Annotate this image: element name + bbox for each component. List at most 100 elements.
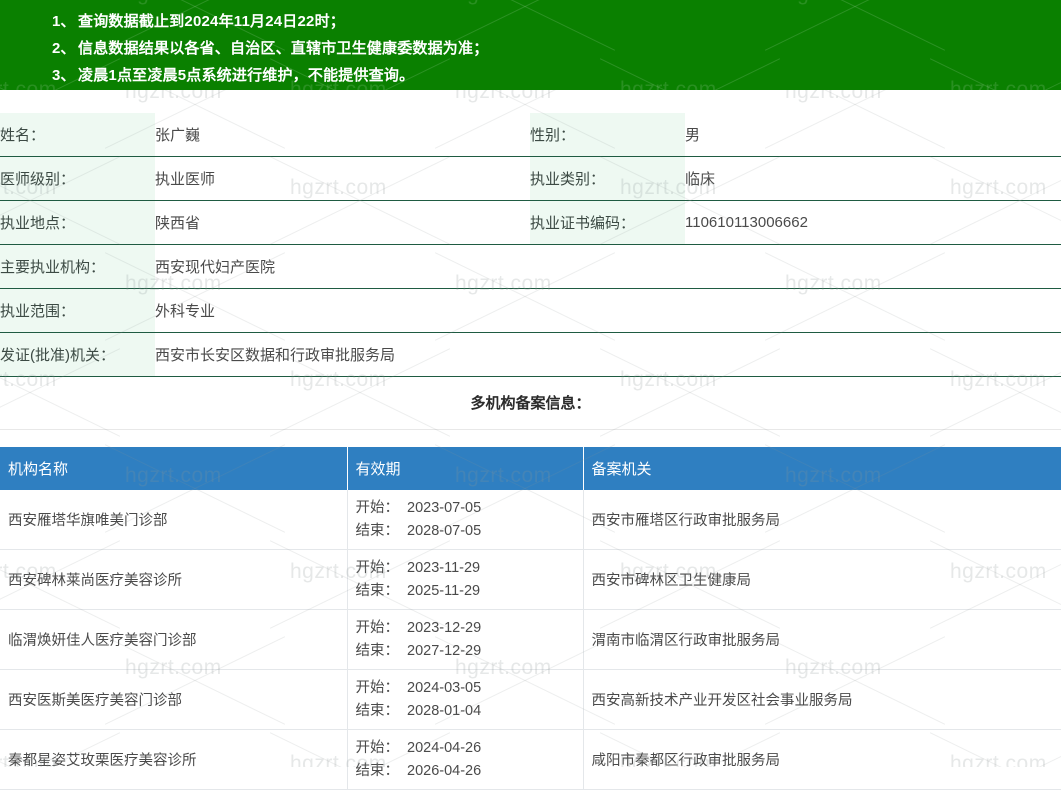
filing-term-end: 结束： 2027-12-29 (356, 640, 583, 663)
filing-authority-cell: 西安市碑林区卫生健康局 (583, 549, 1061, 610)
table-row: 临渭焕妍佳人医疗美容门诊部 开始： 2023-12-29 结束： 2027-12-29 渭… (0, 609, 1061, 670)
filing-term-start: 开始： 2024-03-05 (356, 677, 583, 700)
filing-term-cell: 开始： 2023-12-29 结束： 2027-12-29 (347, 609, 584, 670)
info-label-cell: 发证(批准)机关： (0, 332, 155, 377)
term-start-date: 2024-04-26 (407, 739, 482, 756)
term-end-date: 2025-11-29 (407, 582, 481, 599)
term-end-date: 2028-07-05 (407, 522, 482, 539)
filing-term-end: 结束： 2026-04-26 (356, 760, 583, 783)
info-label-cell: 执业证书编码： (530, 200, 685, 245)
filings-section-heading: 多机构备案信息： (0, 377, 1061, 430)
filing-term-end: 结束： 2028-07-05 (356, 520, 583, 543)
notice-item-number: 3、 (52, 67, 76, 84)
info-label-cell: 执业范围： (0, 288, 155, 333)
notice-item: 3、 凌晨1点至凌晨5点系统进行维护，不能提供查询。 (0, 62, 1061, 89)
notice-item-number: 1、 (52, 13, 76, 30)
filing-authority-cell: 西安市雁塔区行政审批服务局 (583, 490, 1061, 550)
doctor-info-row: 执业地点： 陕西省 执业证书编码： 110610113006662 (0, 200, 1061, 245)
filing-org-cell: 西安医斯美医疗美容门诊部 (0, 669, 348, 730)
filing-org-cell: 西安碑林莱尚医疗美容诊所 (0, 549, 348, 610)
info-value-cell: 西安市长安区数据和行政审批服务局 (155, 332, 1061, 377)
filings-table-head: 机构名称 有效期 备案机关 (0, 447, 1061, 490)
term-end-label: 结束： (355, 762, 400, 779)
info-label-cell: 执业类别： (530, 156, 685, 201)
doctor-info-row: 执业范围： 外科专业 (0, 288, 1061, 333)
notice-item-number: 2、 (52, 40, 76, 57)
filings-column-header[interactable]: 机构名称 (0, 447, 348, 490)
info-label-cell: 执业地点： (0, 200, 155, 245)
filing-term-start: 开始： 2023-11-29 (356, 557, 583, 580)
table-row: 秦都星姿艾玫栗医疗美容诊所 开始： 2024-04-26 结束： 2026-04-26 咸… (0, 729, 1061, 790)
filings-column-header[interactable]: 备案机关 (583, 447, 1061, 490)
doctor-info-row: 姓名： 张广巍 性别：男 (0, 113, 1061, 157)
doctor-info-row: 主要执业机构： 西安现代妇产医院 (0, 244, 1061, 289)
filing-term-cell: 开始： 2024-03-05 结束： 2028-01-04 (347, 669, 584, 730)
filing-term-end: 结束： 2028-01-04 (356, 700, 583, 723)
term-end-label: 结束： (355, 642, 400, 659)
info-value-cell: 张广巍 (155, 113, 530, 157)
filing-term-cell: 开始： 2023-11-29 结束： 2025-11-29 (347, 549, 584, 610)
term-end-label: 结束： (355, 582, 400, 599)
info-value-cell: 临床 (685, 156, 1061, 201)
notice-item-text: 信息数据结果以各省、自治区、直辖市卫生健康委数据为准； (78, 40, 489, 57)
info-value-cell: 陕西省 (155, 200, 530, 245)
doctor-info-section: 姓名： 张广巍 性别：男医师级别： 执业医师 执业类别： 临床 执业地点： 陕西省 执业证书编码… (0, 113, 1061, 377)
filing-term-cell: 开始： 2024-04-26 结束： 2026-04-26 (347, 729, 584, 790)
watermark-text: hgzrt.com (455, 90, 552, 103)
filing-term-cell: 开始： 2023-07-05 结束： 2028-07-05 (347, 490, 584, 550)
filing-term-start: 开始： 2024-04-26 (356, 737, 583, 760)
term-start-label: 开始： (355, 559, 400, 576)
filings-column-header[interactable]: 有效期 (347, 447, 584, 490)
info-value-cell: 110610113006662 (685, 200, 1061, 245)
info-label-cell: 医师级别： (0, 156, 155, 201)
info-label-cell: 性别： (530, 113, 685, 157)
filing-org-cell: 临渭焕妍佳人医疗美容门诊部 (0, 609, 348, 670)
filings-column-header-label: 备案机关 (591, 461, 652, 478)
term-start-date: 2023-07-05 (407, 499, 482, 516)
term-end-date: 2028-01-04 (407, 702, 482, 719)
table-row: 西安医斯美医疗美容门诊部 开始： 2024-03-05 结束： 2028-01-04 西安… (0, 669, 1061, 730)
filing-term-start: 开始： 2023-07-05 (356, 497, 583, 520)
term-end-label: 结束： (355, 702, 400, 719)
doctor-info-table: 姓名： 张广巍 性别：男医师级别： 执业医师 执业类别： 临床 执业地点： 陕西省 执业证书编码… (0, 113, 1061, 377)
info-label-cell: 姓名： (0, 113, 155, 157)
watermark-text: hgzrt.com (785, 90, 882, 103)
term-start-label: 开始： (355, 619, 400, 636)
doctor-info-row: 发证(批准)机关： 西安市长安区数据和行政审批服务局 (0, 332, 1061, 377)
filing-authority-cell: 西安高新技术产业开发区社会事业服务局 (583, 669, 1061, 730)
term-end-label: 结束： (355, 522, 400, 539)
term-start-date: 2024-03-05 (407, 679, 482, 696)
info-label-cell: 主要执业机构： (0, 244, 155, 289)
filing-org-cell: 西安雁塔华旗唯美门诊部 (0, 490, 348, 550)
filing-org-cell: 秦都星姿艾玫栗医疗美容诊所 (0, 729, 348, 790)
notice-item-text: 查询数据截止到2024年11月24日22时； (78, 13, 345, 30)
filings-section: 机构名称 有效期 备案机关 西安雁塔华旗唯美门诊部 开始： 2023-07-05 结束： 2… (0, 447, 1061, 790)
term-start-label: 开始： (355, 499, 400, 516)
info-value-cell: 男 (685, 113, 1061, 157)
term-start-date: 2023-12-29 (407, 619, 482, 636)
info-value-cell: 外科专业 (155, 288, 1061, 333)
term-start-label: 开始： (355, 679, 400, 696)
term-end-date: 2027-12-29 (407, 642, 482, 659)
filings-table: 机构名称 有效期 备案机关 西安雁塔华旗唯美门诊部 开始： 2023-07-05 结束： 2… (0, 447, 1061, 790)
notice-item-text: 凌晨1点至凌晨5点系统进行维护，不能提供查询。 (78, 67, 415, 84)
filing-authority-cell: 渭南市临渭区行政审批服务局 (583, 609, 1061, 670)
filing-term-end: 结束： 2025-11-29 (356, 580, 583, 603)
term-start-date: 2023-11-29 (407, 559, 481, 576)
watermark-text: hgzrt.com (125, 90, 222, 103)
table-row: 西安碑林莱尚医疗美容诊所 开始： 2023-11-29 结束： 2025-11-29 西安… (0, 549, 1061, 610)
notice-item: 2、 信息数据结果以各省、自治区、直辖市卫生健康委数据为准； (0, 35, 1061, 62)
filings-column-header-label: 机构名称 (8, 461, 69, 478)
notice-item: 1、 查询数据截止到2024年11月24日22时； (0, 8, 1061, 35)
filings-column-header-label: 有效期 (355, 461, 401, 478)
filings-header-row: 机构名称 有效期 备案机关 (0, 447, 1061, 490)
term-end-date: 2026-04-26 (407, 762, 482, 779)
filing-authority-cell: 咸阳市秦都区行政审批服务局 (583, 729, 1061, 790)
watermark-text: hgzrt.com (455, 0, 552, 6)
doctor-info-row: 医师级别： 执业医师 执业类别： 临床 (0, 156, 1061, 201)
watermark-text: hgzrt.com (785, 0, 882, 6)
info-value-cell: 西安现代妇产医院 (155, 244, 1061, 289)
term-start-label: 开始： (355, 739, 400, 756)
filing-term-start: 开始： 2023-12-29 (356, 617, 583, 640)
table-row: 西安雁塔华旗唯美门诊部 开始： 2023-07-05 结束： 2028-07-05 西安市… (0, 490, 1061, 550)
